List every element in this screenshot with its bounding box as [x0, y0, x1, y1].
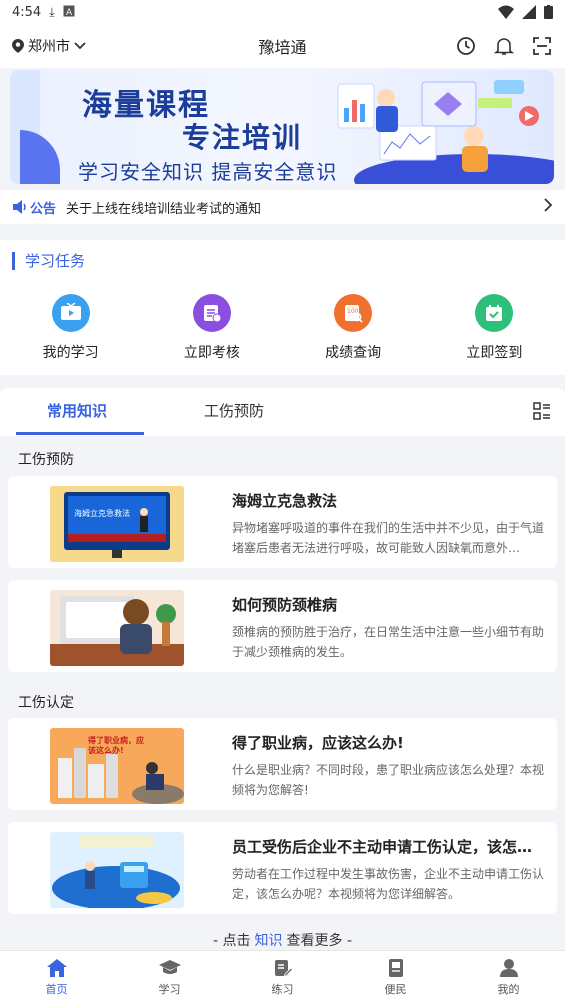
top-bar: 郑州市 豫培通: [0, 24, 565, 68]
card-title: 得了职业病，应该这么办!: [232, 734, 404, 752]
tab-injury-prevention[interactable]: 工伤预防: [204, 400, 264, 421]
active-tab-indicator: [16, 432, 144, 435]
task-label: 立即考核: [183, 345, 240, 361]
card-description: 异物堵塞呼吸道的事件在我们的生活中并不少见，由于气道堵塞后患者无法进行呼吸，故可…: [232, 521, 545, 555]
location-pin-icon: [12, 39, 24, 53]
tab-label: 我的: [497, 983, 520, 996]
view-more-link[interactable]: 知识: [255, 933, 283, 949]
tv-icon: [51, 294, 90, 332]
tab-label: 首页: [45, 983, 68, 996]
list-item[interactable]: 如何预防颈椎病 颈椎病的预防胜于治疗，在日常生活中注意一些小细节有助于减少颈椎病…: [8, 580, 557, 672]
tab-label: 练习: [271, 983, 294, 996]
tab-practice[interactable]: 练习: [226, 951, 339, 1004]
bottom-tab-bar: 首页 学习 练习 便民 我的: [0, 950, 565, 1004]
bell-icon: [494, 38, 514, 55]
announcement-text: 关于上线在线培训结业考试的通知: [66, 201, 262, 217]
banner-illustration: [337, 80, 554, 184]
card-title: 海姆立克急救法: [232, 492, 338, 510]
knowledge-tabs: 常用知识 工伤预防: [0, 388, 565, 436]
task-label: 成绩查询: [325, 345, 382, 361]
video-thumbnail: [50, 590, 184, 666]
view-more-suffix: 查看更多 -: [286, 933, 353, 949]
tab-label: 便民: [384, 983, 407, 996]
book-icon: [388, 959, 403, 977]
card-title: 员工受伤后企业不主动申请工伤认定，该怎么办…: [232, 838, 544, 856]
study-tasks-title: 学习任务: [12, 252, 85, 270]
video-thumbnail: [50, 832, 184, 908]
calendar-check-icon: [475, 294, 514, 332]
check-in-button[interactable]: 立即签到: [424, 294, 565, 362]
chevron-right-icon: [543, 197, 553, 217]
view-more-prefix: - 点击: [212, 933, 251, 949]
promo-banner[interactable]: 海量课程 专注培训 学习安全知识 提高安全意识: [10, 70, 554, 184]
view-more-hint: - 点击 知识 查看更多 -: [0, 930, 565, 950]
announcement-tag-label: 公告: [30, 201, 57, 217]
status-bar: 4:54 ⤓ A: [0, 0, 565, 24]
graduation-cap-icon: [158, 960, 181, 974]
tab-profile[interactable]: 我的: [452, 951, 565, 1004]
study-tasks-panel: 学习任务 我的学习 立即考核 100 成绩查询 立即签到: [0, 240, 565, 375]
thumbnail-caption: 得了职业病，应该这么办!: [88, 736, 144, 755]
my-study-button[interactable]: 我的学习: [0, 294, 141, 362]
list-item[interactable]: 员工受伤后企业不主动申请工伤认定，该怎么办… 劳动者在工作过程中发生事故伤害，企…: [8, 822, 557, 914]
download-icon: ⤓: [49, 4, 55, 19]
banner-subheadline: 专注培训: [182, 121, 303, 154]
exam-now-button[interactable]: 立即考核: [141, 294, 282, 362]
tab-study[interactable]: 学习: [113, 951, 226, 1004]
user-icon: [499, 959, 518, 977]
tab-services[interactable]: 便民: [339, 951, 452, 1004]
home-icon: [46, 959, 67, 977]
card-description: 颈椎病的预防胜于治疗，在日常生活中注意一些小细节有助于减少颈椎病的发生。: [232, 625, 545, 659]
speaker-icon: [13, 200, 26, 214]
location-label: 郑州市: [28, 39, 70, 55]
banner-slogan: 学习安全知识 提高安全意识: [78, 160, 338, 184]
section-title: 工伤预防: [18, 452, 74, 468]
score-icon: 100: [334, 294, 373, 332]
notification-a-icon: A: [63, 5, 75, 20]
svg-text:A: A: [66, 8, 73, 17]
list-grid-icon: [533, 402, 550, 420]
history-button[interactable]: [455, 35, 477, 57]
wifi-icon: [498, 5, 514, 19]
video-thumbnail: 海姆立克急救法: [50, 486, 184, 562]
card-description: 什么是职业病？不同时段，患了职业病应该怎么处理？本视频将为您解答!: [232, 763, 545, 797]
notifications-button[interactable]: [493, 35, 515, 57]
task-label: 立即签到: [466, 345, 523, 361]
signal-icon: [522, 5, 536, 19]
scan-button[interactable]: [531, 35, 553, 57]
list-item[interactable]: 得了职业病，应该这么办! 得了职业病，应该这么办! 什么是职业病？不同时段，患了…: [8, 718, 557, 810]
task-label: 我的学习: [42, 345, 99, 361]
video-thumbnail: 得了职业病，应该这么办!: [50, 728, 184, 804]
chevron-down-icon: [74, 42, 86, 50]
clock-icon: [457, 37, 475, 55]
tab-common-knowledge[interactable]: 常用知识: [47, 400, 107, 421]
tab-home[interactable]: 首页: [0, 951, 113, 1004]
banner-decoration-shape: [20, 130, 60, 184]
exam-icon: [192, 294, 231, 332]
location-selector[interactable]: 郑州市: [12, 36, 86, 56]
card-title: 如何预防颈椎病: [232, 596, 338, 614]
list-item[interactable]: 海姆立克急救法 海姆立克急救法 异物堵塞呼吸道的事件在我们的生活中并不少见，由于…: [8, 476, 557, 568]
card-description: 劳动者在工作过程中发生事故伤害，企业不主动申请工伤认定，该怎么办呢？本视频将为您…: [232, 867, 545, 901]
tab-label: 学习: [158, 983, 181, 996]
status-time: 4:54: [12, 4, 42, 20]
battery-icon: [544, 5, 553, 19]
section-title: 工伤认定: [18, 695, 74, 711]
edit-icon: [274, 960, 293, 977]
category-list-button[interactable]: [533, 402, 551, 424]
thumbnail-caption: 海姆立克急救法: [74, 509, 130, 518]
announcement-bar[interactable]: 公告 关于上线在线培训结业考试的通知: [0, 190, 565, 224]
scan-icon: [533, 37, 551, 55]
score-query-button[interactable]: 100 成绩查询: [283, 294, 424, 362]
announcement-tag: 公告: [12, 198, 56, 217]
